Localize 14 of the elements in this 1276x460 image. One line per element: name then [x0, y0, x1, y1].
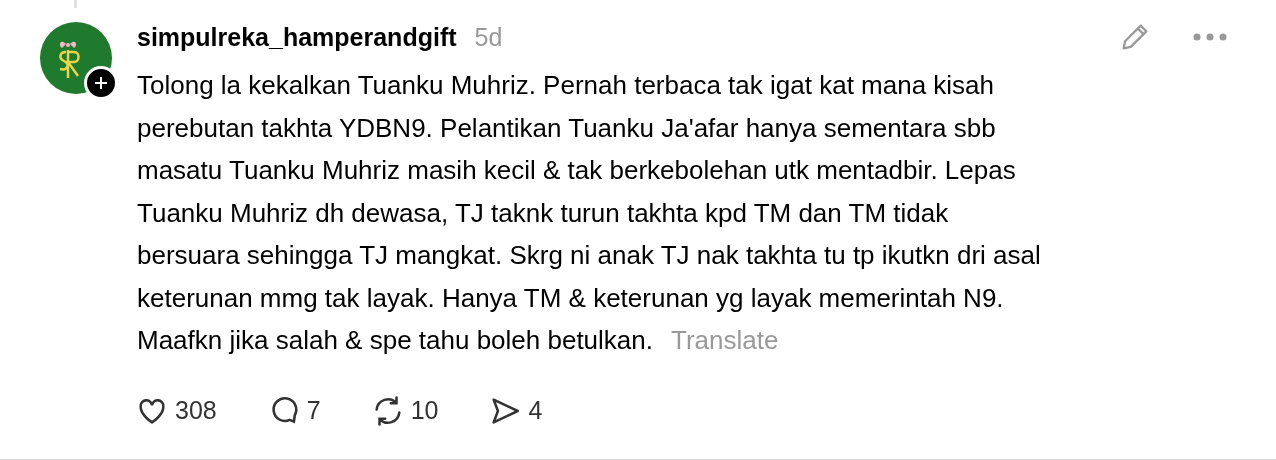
- username[interactable]: simpulreka_hamperandgift: [137, 22, 457, 52]
- like-button[interactable]: 308: [135, 393, 217, 428]
- post-text-line: Maafkn jika salah & spe tahu boleh betulkan.: [137, 325, 653, 355]
- more-icon[interactable]: [1192, 32, 1228, 42]
- post-text-line: bersuara sehingga TJ mangkat. Skrg ni anak TJ nak takhta tu tp ikutkn dri asal: [137, 239, 1042, 272]
- repost-button[interactable]: 10: [370, 393, 439, 428]
- post-text-line: Tuanku Muhriz dh dewasa, TJ taknk turun takhta kpd TM dan TM tidak: [137, 196, 950, 230]
- post-text-line: Tolong la kekalkan Tuanku Muhriz. Pernah terbaca tak igat kat mana kisah: [137, 69, 996, 102]
- post-text-line: masatu Tuanku Muhriz masih kecil & tak berkebolehan utk mentadbir. Lepas: [137, 154, 1017, 187]
- share-button[interactable]: 4: [488, 393, 543, 428]
- post-text-line: perebutan takhta YDBN9. Pelantikan Tuanku Ja'afar hanya sementara sbb: [137, 111, 997, 145]
- reply-button[interactable]: 7: [266, 393, 321, 428]
- post-time: 5d: [474, 22, 503, 52]
- post-text-line: keterunan mmg tak layak. Hanya TM & keterunan yg layak memerintah N9.: [137, 281, 1005, 315]
